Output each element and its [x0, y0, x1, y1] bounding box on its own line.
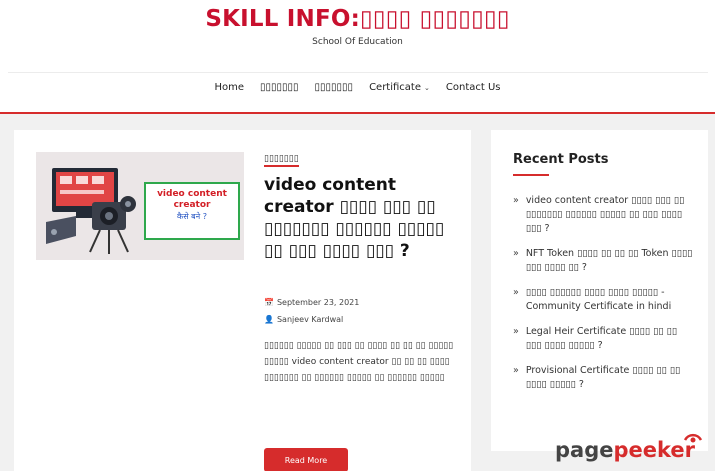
- site-title[interactable]: SKILL INFO:▯▯▯▯ ▯▯▯▯▯▯▯: [0, 6, 715, 32]
- recent-posts-list: » video content creator ▯▯▯▯ ▯▯▯ ▯▯ ▯▯▯▯▯…: [513, 194, 693, 403]
- recent-post-link[interactable]: ▯▯▯▯ ▯▯▯▯▯▯ ▯▯▯▯ ▯▯▯▯ ▯▯▯▯▯ -Community C…: [526, 286, 693, 314]
- sidebar-title: Recent Posts: [513, 152, 609, 167]
- eye-icon: [683, 433, 703, 443]
- nav-item-certificate[interactable]: Certificate ⌄: [369, 82, 430, 93]
- header-divider: [8, 72, 708, 73]
- sidebar-title-underline: [513, 174, 549, 176]
- nav-item-home[interactable]: Home: [214, 82, 244, 93]
- post-date-label: September 23, 2021: [276, 298, 360, 307]
- recent-post-link[interactable]: NFT Token ▯▯▯▯ ▯▯ ▯▯ ▯▯ Token ▯▯▯▯ ▯▯▯ ▯…: [526, 247, 693, 275]
- calendar-icon: 📅: [264, 298, 274, 307]
- thumbnail-caption-line3: कैसे बने ?: [177, 212, 207, 221]
- recent-post-link[interactable]: video content creator ▯▯▯▯ ▯▯▯ ▯▯ ▯▯▯▯▯▯…: [526, 194, 693, 236]
- chevron-right-icon: »: [513, 195, 519, 206]
- nav-item-label: Certificate: [369, 82, 422, 93]
- recent-post-item[interactable]: » video content creator ▯▯▯▯ ▯▯▯ ▯▯ ▯▯▯▯▯…: [513, 194, 693, 236]
- chevron-right-icon: »: [513, 248, 519, 259]
- post-author-label: Sanjeev Kardwal: [276, 315, 344, 324]
- user-icon: 👤: [264, 315, 274, 324]
- header-accent-line: [0, 112, 715, 114]
- main-nav: Home ▯▯▯▯▯▯▯ ▯▯▯▯▯▯▯ Certificate ⌄ Contac…: [0, 82, 715, 93]
- chevron-right-icon: »: [513, 365, 519, 376]
- post-title[interactable]: video content creator ▯▯▯▯ ▯▯▯ ▯▯ ▯▯▯▯▯▯…: [264, 174, 459, 262]
- recent-post-item[interactable]: » Provisional Certificate ▯▯▯▯ ▯▯ ▯▯ ▯▯▯▯…: [513, 364, 693, 392]
- post-card: video content creator कैसे बने ? ▯▯▯▯▯▯▯…: [14, 130, 471, 471]
- recent-post-link[interactable]: Provisional Certificate ▯▯▯▯ ▯▯ ▯▯ ▯▯▯▯ …: [526, 364, 693, 392]
- nav-item-label: Home: [214, 82, 244, 93]
- recent-post-link[interactable]: Legal Heir Certificate ▯▯▯▯ ▯▯ ▯▯ ▯▯▯ ▯▯…: [526, 325, 693, 353]
- nav-item-2[interactable]: ▯▯▯▯▯▯▯: [260, 82, 299, 93]
- post-author[interactable]: 👤 Sanjeev Kardwal: [264, 315, 343, 324]
- post-excerpt: ▯▯▯▯▯▯ ▯▯▯▯▯ ▯▯ ▯▯▯ ▯▯ ▯▯▯▯ ▯▯ ▯▯ ▯▯ ▯▯▯…: [264, 341, 454, 383]
- thumbnail-caption-line2: creator: [173, 200, 211, 210]
- recent-post-item[interactable]: » ▯▯▯▯ ▯▯▯▯▯▯ ▯▯▯▯ ▯▯▯▯ ▯▯▯▯▯ -Community …: [513, 286, 693, 314]
- chevron-right-icon: »: [513, 326, 519, 337]
- nav-item-3[interactable]: ▯▯▯▯▯▯▯: [315, 82, 354, 93]
- chevron-down-icon: ⌄: [424, 83, 430, 92]
- recent-post-item[interactable]: » NFT Token ▯▯▯▯ ▯▯ ▯▯ ▯▯ Token ▯▯▯▯ ▯▯▯ …: [513, 247, 693, 275]
- site-tagline: School Of Education: [312, 37, 403, 47]
- post-thumbnail[interactable]: video content creator कैसे बने ?: [36, 152, 244, 260]
- thumbnail-caption-line1: video content: [157, 189, 227, 199]
- chevron-right-icon: »: [513, 287, 519, 298]
- post-category[interactable]: ▯▯▯▯▯▯▯: [264, 154, 299, 167]
- recent-post-item[interactable]: » Legal Heir Certificate ▯▯▯▯ ▯▯ ▯▯ ▯▯▯ ▯…: [513, 325, 693, 353]
- watermark-part1: page: [555, 438, 614, 462]
- pagepeeker-watermark: pagepeeker: [555, 433, 703, 462]
- site-header: SKILL INFO:▯▯▯▯ ▯▯▯▯▯▯▯ School Of Educat…: [0, 0, 715, 114]
- nav-item-contact[interactable]: Contact Us: [446, 82, 501, 93]
- thumbnail-caption-box: video content creator कैसे बने ?: [144, 182, 240, 240]
- nav-item-label: ▯▯▯▯▯▯▯: [260, 82, 299, 93]
- nav-item-label: ▯▯▯▯▯▯▯: [314, 82, 354, 93]
- nav-item-label: Contact Us: [445, 82, 501, 93]
- post-date[interactable]: 📅 September 23, 2021: [264, 298, 359, 307]
- read-more-button[interactable]: Read More: [264, 448, 348, 471]
- sidebar-recent-posts: Recent Posts » video content creator ▯▯▯▯…: [491, 130, 708, 451]
